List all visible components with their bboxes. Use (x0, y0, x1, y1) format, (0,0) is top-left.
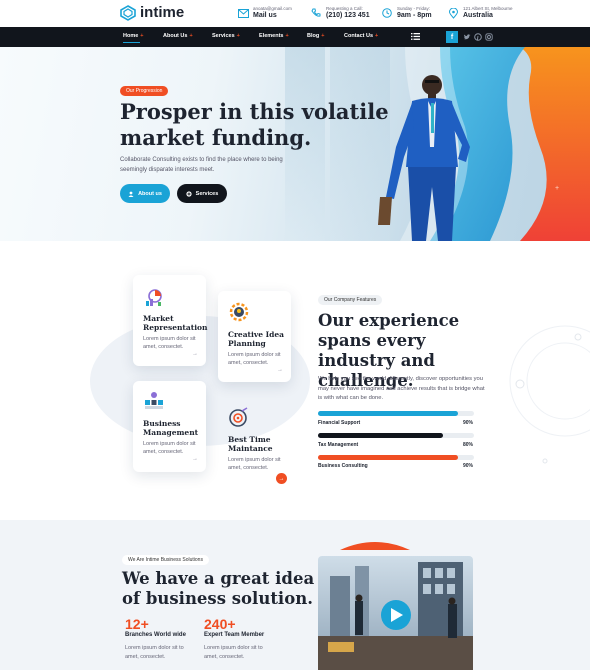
feature-card-business[interactable]: Business Management Lorem ipsum dolor si… (133, 381, 206, 472)
gear-icon (186, 190, 192, 197)
header-hours: Sunday - Friday: 9am - 8pm (381, 6, 432, 20)
nav-home[interactable]: Home + (123, 33, 144, 43)
progress-label: Business Consulting (318, 463, 368, 469)
nav-blog-label: Blog (307, 33, 320, 39)
market-chart-icon (146, 289, 162, 306)
solutions-pill: We Are Intime Business Solutions (122, 555, 209, 565)
progress-fill (318, 433, 443, 438)
clock-icon (381, 7, 393, 19)
pinterest-icon[interactable] (474, 33, 482, 41)
arrow-right-button[interactable]: → (276, 473, 287, 484)
nav-contact[interactable]: Contact Us + (344, 33, 378, 39)
solutions-title: We have a great idea of business solutio… (122, 569, 315, 608)
video-thumbnail[interactable] (300, 538, 490, 670)
nav-elements[interactable]: Elements + (259, 33, 289, 39)
hours-value: 9am - 8pm (397, 12, 432, 19)
nav-dot: + (375, 33, 379, 39)
header-phone[interactable]: Requesting a Call: (210) 123 451 (310, 6, 370, 20)
nav-blog[interactable]: Blog + (307, 33, 324, 39)
nav-about[interactable]: About Us + (163, 33, 193, 39)
card-title: Market Representation (143, 314, 208, 332)
nav-about-label: About Us (163, 33, 188, 39)
logo-icon (120, 4, 136, 21)
card-description: Lorem ipsum dolor sit amet, consectet. (228, 352, 281, 366)
progress-bar-tax (318, 433, 474, 438)
nav-home-label: Home (123, 33, 139, 39)
progress-fill (318, 411, 459, 416)
nav-contact-label: Contact Us (344, 33, 374, 39)
about-us-button[interactable]: About us (120, 184, 170, 203)
progress-percent: 90% (463, 463, 474, 469)
brand-name: intime (140, 4, 185, 21)
address-value: Australia (463, 12, 493, 19)
stat-number: 240+ (204, 616, 236, 632)
header-address: 121 Albert St, Melbourne Australia (447, 6, 513, 20)
mail-label: Mail us (253, 12, 277, 19)
arrow-right-icon: → (278, 475, 285, 482)
hamburger-menu-icon[interactable] (411, 33, 420, 40)
location-pin-icon (447, 7, 459, 19)
hero-title: Prosper in this volatile market funding. (120, 99, 389, 150)
nav-dot: + (285, 33, 289, 39)
arrow-right-icon[interactable]: → (192, 351, 198, 357)
progress-percent: 80% (463, 442, 474, 448)
card-title: Best Time Maintance (228, 435, 273, 453)
progress-percent: 90% (463, 420, 474, 426)
card-title: Business Management (143, 419, 199, 437)
nav-services[interactable]: Services + (212, 33, 240, 39)
nav-services-label: Services (212, 33, 235, 39)
stat-number: 12+ (125, 616, 149, 632)
features-description: We help you see the world differently, d… (318, 376, 485, 401)
card-title: Creative Idea Planning (228, 330, 284, 348)
feature-card-creative[interactable]: Creative Idea Planning Lorem ipsum dolor… (218, 291, 291, 382)
progress-label: Tax Management (318, 442, 359, 448)
twitter-icon[interactable] (463, 33, 471, 41)
main-nav: Home + About Us + Services + Elements + Blog… (0, 27, 590, 47)
nav-dot: + (140, 33, 144, 39)
target-time-icon (229, 407, 248, 427)
progress-bar-consulting (318, 455, 474, 460)
phone-number: (210) 123 451 (326, 12, 370, 19)
stat-label: Expert Team Member (204, 632, 265, 638)
phone-icon (310, 7, 322, 19)
nav-dot: + (189, 33, 193, 39)
services-label: Services (195, 190, 219, 197)
svg-text:+: + (555, 185, 559, 192)
services-button[interactable]: Services (177, 184, 227, 203)
hero-description: Collaborate Consulting exists to find th… (120, 157, 283, 173)
business-team-icon (145, 392, 163, 409)
instagram-icon[interactable] (485, 33, 493, 41)
card-description: Lorem ipsum dolor sit amet, consectet. (143, 336, 196, 350)
arrow-right-icon[interactable]: → (192, 456, 198, 462)
nav-dot: + (236, 33, 240, 39)
features-pill: Our Company Features (318, 295, 383, 305)
card-description: Lorem ipsum dolor sit amet, consectet. (228, 457, 281, 471)
stat-label: Branches World wide (125, 632, 186, 638)
hero-tag: Our Progression (120, 86, 169, 96)
mail-icon (237, 7, 249, 19)
feature-card-market[interactable]: Market Representation Lorem ipsum dolor … (133, 275, 208, 366)
nav-dot: + (321, 33, 325, 39)
stat-description: Lorem ipsum dolor sit to amet, consectet… (125, 645, 184, 660)
facebook-icon[interactable]: f (446, 31, 458, 43)
progress-label: Financial Support (318, 420, 361, 426)
creative-idea-gear-icon (229, 302, 249, 322)
header-mail[interactable]: anoata@gmail.com Mail us (237, 6, 292, 20)
user-icon (128, 191, 134, 197)
top-header: intime anoata@gmail.com Mail us Requesti… (0, 0, 590, 27)
arrow-right-icon[interactable]: → (277, 367, 283, 373)
card-description: Lorem ipsum dolor sit amet, consectet. (143, 441, 196, 455)
stat-description: Lorem ipsum dolor sit to amet, consectet… (204, 645, 263, 660)
progress-bar-financial (318, 411, 474, 416)
about-us-label: About us (138, 190, 162, 197)
progress-fill (318, 455, 459, 460)
logo[interactable]: intime (120, 4, 184, 21)
feature-item-best-time[interactable]: Best Time Maintance Lorem ipsum dolor si… (218, 400, 298, 480)
nav-elements-label: Elements (259, 33, 284, 39)
